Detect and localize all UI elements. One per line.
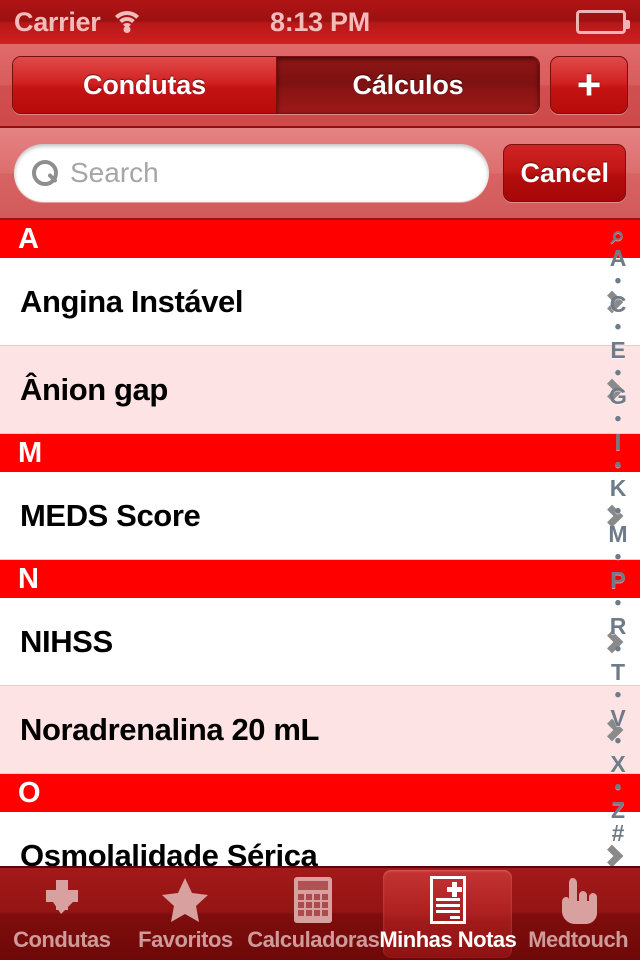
tab-label: Minhas Notas (379, 927, 517, 952)
section-header-a: A (0, 220, 640, 258)
index-entry[interactable]: • (615, 638, 622, 661)
status-bar: Carrier 8:13 PM (0, 0, 640, 44)
index-entry[interactable]: • (615, 546, 622, 569)
index-entry[interactable]: • (615, 408, 622, 431)
index-entry[interactable]: M (608, 523, 627, 546)
battery-icon (576, 10, 630, 34)
index-search-icon[interactable]: ⌕ (611, 223, 625, 248)
index-entry[interactable]: • (615, 684, 622, 707)
table-row[interactable]: Noradrenalina 20 mL (0, 686, 640, 774)
index-entry[interactable]: A (610, 247, 627, 270)
index-entry[interactable]: • (615, 454, 622, 477)
section-header-n: N (0, 560, 640, 598)
status-bar-left: Carrier (14, 6, 145, 38)
note-plus-icon (422, 875, 474, 925)
navigation-bar: Condutas Cálculos + (0, 44, 640, 128)
index-entry[interactable]: G (609, 385, 627, 408)
tab-condutas[interactable]: Condutas (0, 868, 124, 960)
calculations-list[interactable]: A Angina Instável Ânion gap M MEDS Score… (0, 220, 640, 866)
index-entry[interactable]: # (612, 822, 625, 845)
tab-label: Condutas (13, 927, 111, 952)
row-title: Osmolalidade Sérica (20, 837, 318, 867)
app-root: Carrier 8:13 PM Condutas Cálculos + Canc… (0, 0, 640, 960)
table-row[interactable]: Ânion gap (0, 346, 640, 434)
add-button[interactable]: + (550, 56, 628, 114)
row-title: Angina Instável (20, 283, 244, 319)
status-bar-right (576, 10, 630, 34)
index-entry[interactable]: X (610, 753, 625, 776)
tab-bar: Condutas Favoritos Calculadoras Minhas N… (0, 866, 640, 960)
row-title: MEDS Score (20, 497, 201, 533)
row-title: Ânion gap (20, 371, 168, 407)
index-entry[interactable]: Z (611, 799, 625, 822)
search-field[interactable] (14, 144, 490, 202)
carrier-label: Carrier (14, 6, 101, 37)
cancel-button[interactable]: Cancel (503, 144, 626, 202)
index-entry[interactable]: • (615, 270, 622, 293)
section-header-m: M (0, 434, 640, 472)
index-entry[interactable]: E (610, 339, 625, 362)
calculator-icon (287, 875, 339, 925)
pointing-hand-icon (552, 875, 604, 925)
tab-calculadoras[interactable]: Calculadoras (247, 868, 380, 960)
index-entry[interactable]: R (610, 615, 627, 638)
index-entry[interactable]: • (615, 362, 622, 385)
plus-icon: + (576, 61, 602, 108)
segment-calculos[interactable]: Cálculos (276, 57, 539, 113)
tab-label: Favoritos (138, 927, 233, 952)
search-input[interactable] (70, 157, 472, 189)
wifi-icon (110, 9, 145, 35)
index-entry[interactable]: K (610, 477, 627, 500)
search-icon (32, 160, 58, 186)
segment-condutas[interactable]: Condutas (13, 57, 276, 113)
table-row[interactable]: Angina Instável (0, 258, 640, 346)
tab-minhas-notas[interactable]: Minhas Notas (379, 868, 517, 960)
index-entry[interactable]: • (615, 592, 622, 615)
index-entry[interactable]: • (615, 776, 622, 799)
index-entry[interactable]: C (610, 293, 627, 316)
table-row[interactable]: NIHSS (0, 598, 640, 686)
search-bar: Cancel (0, 128, 640, 220)
index-entry[interactable]: P (610, 569, 625, 592)
section-index-bar[interactable]: ⌕ A • C • E • G • I • K • M • P • R • T … (596, 220, 640, 866)
segmented-control[interactable]: Condutas Cálculos (12, 56, 540, 114)
tab-favoritos[interactable]: Favoritos (124, 868, 248, 960)
row-title: NIHSS (20, 623, 113, 659)
star-icon (159, 875, 211, 925)
index-entry[interactable]: I (615, 431, 621, 454)
cross-check-icon (36, 875, 88, 925)
tab-label: Medtouch (528, 927, 629, 952)
index-entry[interactable]: • (615, 500, 622, 523)
index-entry[interactable]: V (610, 707, 625, 730)
tab-label: Calculadoras (247, 927, 380, 952)
index-entry[interactable]: T (611, 661, 625, 684)
tab-medtouch[interactable]: Medtouch (516, 868, 640, 960)
table-row[interactable]: MEDS Score (0, 472, 640, 560)
index-entry[interactable]: • (615, 730, 622, 753)
table-row[interactable]: Osmolalidade Sérica (0, 812, 640, 866)
index-entry[interactable]: • (615, 316, 622, 339)
section-header-o: O (0, 774, 640, 812)
row-title: Noradrenalina 20 mL (20, 711, 320, 747)
